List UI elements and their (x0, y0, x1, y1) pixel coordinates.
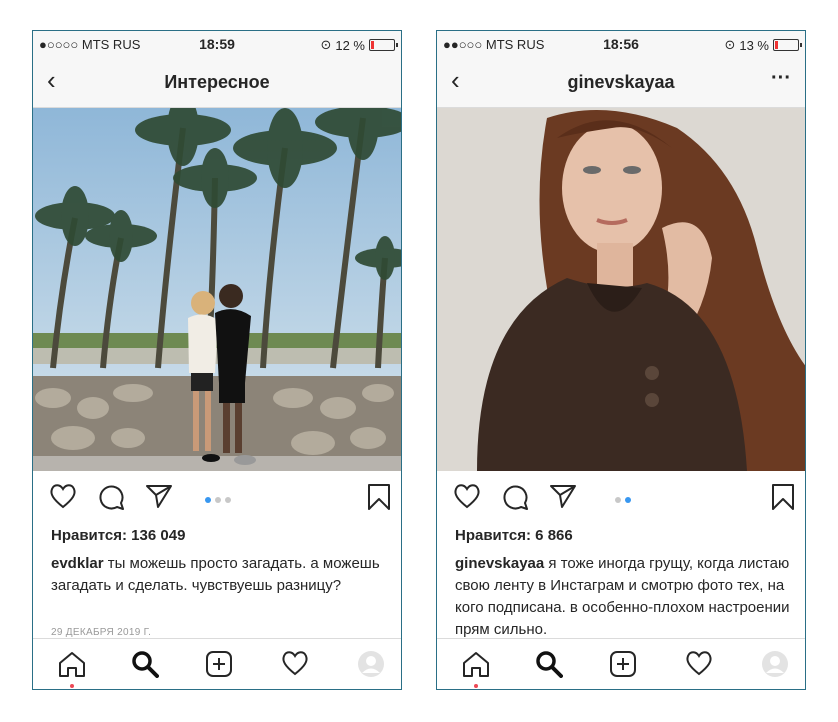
tab-bar (437, 638, 805, 689)
post-date: 29 ДЕКАБРЯ 2019 Г. (51, 627, 152, 638)
search-icon[interactable] (535, 650, 563, 683)
avatar[interactable] (761, 650, 789, 683)
add-post-icon[interactable] (609, 650, 637, 683)
battery-status: ⊙ 12 % (320, 37, 398, 53)
notification-dot (70, 684, 74, 688)
battery-percent: 13 % (739, 37, 769, 53)
battery-icon (369, 39, 398, 51)
caption-username[interactable]: ginevskayaa (455, 555, 544, 572)
post-actions (437, 477, 805, 521)
activity-heart-icon[interactable] (281, 650, 309, 681)
likes-count[interactable]: Нравится: 6 866 (455, 527, 573, 544)
battery-percent: 12 % (335, 37, 365, 53)
send-icon[interactable] (145, 483, 173, 514)
status-bar: ●●○○○ MTS RUS 18:56 ⊙ 13 % (437, 31, 805, 57)
home-icon[interactable] (461, 650, 491, 683)
send-icon[interactable] (549, 483, 577, 514)
notification-dot (474, 684, 478, 688)
bookmark-icon[interactable] (771, 483, 795, 516)
bookmark-icon[interactable] (367, 483, 391, 516)
page-title: Интересное (164, 72, 270, 92)
lock-icon: ⊙ (724, 37, 736, 52)
heart-icon[interactable] (49, 483, 77, 514)
heart-icon[interactable] (453, 483, 481, 514)
caption-username[interactable]: evdklar (51, 555, 104, 572)
carousel-dot (615, 497, 621, 503)
comment-icon[interactable] (501, 483, 529, 516)
add-post-icon[interactable] (205, 650, 233, 683)
phone-screen-left: ●○○○○ MTS RUS 18:59 ⊙ 12 % ‹ Интересное (32, 30, 402, 690)
phone-screen-right: ●●○○○ MTS RUS 18:56 ⊙ 13 % ‹ ginevskayaa… (436, 30, 806, 690)
likes-count[interactable]: Нравится: 136 049 (51, 527, 185, 544)
nav-bar: ‹ Интересное (33, 57, 401, 108)
post-photo[interactable] (33, 108, 401, 471)
home-icon[interactable] (57, 650, 87, 683)
page-title[interactable]: ginevskayaa (437, 72, 805, 93)
carousel-indicator (615, 497, 631, 503)
activity-heart-icon[interactable] (685, 650, 713, 681)
carousel-dot (205, 497, 211, 503)
battery-status: ⊙ 13 % (724, 37, 802, 53)
lock-icon: ⊙ (320, 37, 332, 52)
tab-bar (33, 638, 401, 689)
avatar[interactable] (357, 650, 385, 683)
post-photo[interactable] (437, 108, 805, 471)
post-caption: evdklar ты можешь просто загадать. а мож… (51, 553, 389, 597)
post-caption: ginevskayaa я тоже иногда грущу, когда л… (455, 553, 793, 641)
status-bar: ●○○○○ MTS RUS 18:59 ⊙ 12 % (33, 31, 401, 57)
carousel-dot (625, 497, 631, 503)
more-options-button[interactable]: ··· (771, 67, 791, 90)
comment-icon[interactable] (97, 483, 125, 516)
post-actions (33, 477, 401, 521)
battery-icon (773, 39, 802, 51)
nav-bar: ‹ ginevskayaa ··· (437, 57, 805, 108)
search-icon[interactable] (131, 650, 159, 683)
carousel-dot (225, 497, 231, 503)
carousel-indicator (205, 497, 231, 503)
carousel-dot (215, 497, 221, 503)
